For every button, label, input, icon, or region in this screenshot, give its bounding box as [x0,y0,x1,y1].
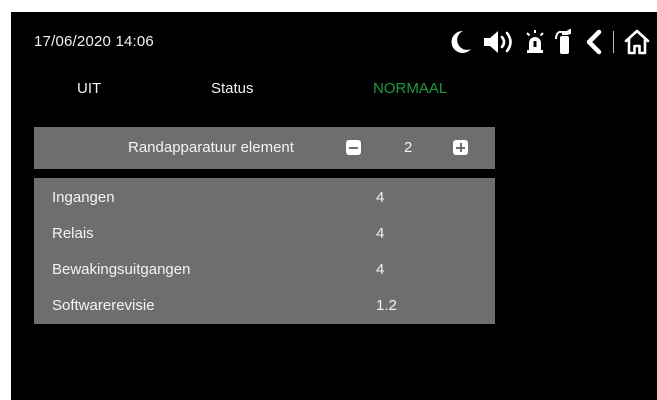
toolbar-divider [613,31,614,53]
info-label: Ingangen [52,189,115,206]
top-bar: 17/06/2020 14:06 [11,12,657,72]
screen: 17/06/2020 14:06 UIT Status NORMAAL Rand… [11,12,657,400]
status-row: UIT Status NORMAAL [11,80,657,100]
info-label: Relais [52,225,94,242]
info-row-softwarerevisie: Softwarerevisie 1.2 [34,288,495,324]
date-time: 17/06/2020 14:06 [34,33,154,50]
fire-extinguisher-icon[interactable] [554,29,576,55]
info-label: Bewakingsuitgangen [52,261,191,278]
status-label: Status [211,80,254,97]
element-number: 2 [404,139,413,156]
back-chevron-icon[interactable] [585,29,603,55]
info-value: 4 [376,189,385,206]
info-row-relais: Relais 4 [34,216,495,252]
info-panel: Ingangen 4 Relais 4 Bewakingsuitgangen 4… [34,178,495,324]
increment-button[interactable] [453,140,468,155]
siren-icon[interactable] [525,29,545,55]
info-value: 4 [376,225,385,242]
minus-icon [349,146,358,149]
plus-icon-vertical [459,143,462,152]
mode-label: UIT [77,80,102,97]
toolbar-icons [438,26,651,58]
speaker-icon[interactable] [482,29,516,55]
element-selector: Randapparatuur element 2 [34,127,495,169]
moon-icon[interactable] [447,29,473,55]
home-icon[interactable] [623,28,651,56]
info-row-bewakingsuitgangen: Bewakingsuitgangen 4 [34,252,495,288]
status-value: NORMAAL [373,80,448,97]
decrement-button[interactable] [346,140,361,155]
element-selector-title: Randapparatuur element [128,139,294,156]
info-value: 4 [376,261,385,278]
info-label: Softwarerevisie [52,297,155,314]
info-value: 1.2 [376,297,397,314]
info-row-ingangen: Ingangen 4 [34,180,495,216]
